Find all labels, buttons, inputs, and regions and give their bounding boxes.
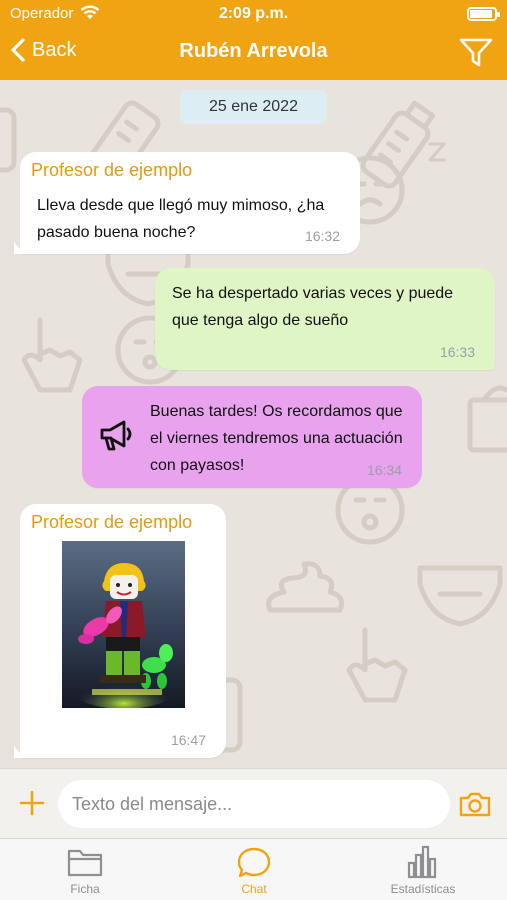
tab-label: Ficha: [70, 882, 100, 896]
message-text: Lleva desde que llegó muy mimoso, ¿ha pa…: [37, 197, 325, 241]
status-time: 2:09 p.m.: [218, 5, 289, 22]
message-time: 16:33: [439, 344, 475, 360]
nav-bar: Back Rubén Arrevola: [0, 28, 507, 80]
bubble-tail: [14, 242, 24, 254]
message-bubble-outgoing[interactable]: Se ha despertado varias veces y puede qu…: [155, 268, 495, 370]
message-sender: Profesor de ejemplo: [31, 512, 193, 532]
message-time: 16:47: [170, 732, 206, 748]
message-time: 16:34: [366, 462, 402, 478]
clown-toy-photo[interactable]: [62, 541, 185, 708]
battery-fill: [470, 10, 492, 18]
tab-estadisticas[interactable]: Estadísticas: [363, 845, 483, 896]
tab-ficha[interactable]: Ficha: [25, 845, 145, 896]
message-time: 16:32: [304, 228, 340, 244]
folder-icon: [67, 849, 103, 877]
message-bubble-announcement[interactable]: Buenas tardes! Os recordamos que el vier…: [82, 386, 422, 488]
message-bubble-incoming[interactable]: Profesor de ejemplo Lleva desde que lleg…: [14, 152, 360, 254]
bubble-tail: [14, 746, 24, 758]
filter-icon[interactable]: [459, 38, 493, 68]
chat-bubble-icon: [237, 847, 271, 878]
date-separator: 25 ene 2022: [180, 90, 327, 124]
message-input[interactable]: [58, 780, 450, 828]
tab-label: Estadísticas: [390, 882, 456, 896]
page-title: Rubén Arrevola: [179, 40, 328, 62]
message-text: Se ha despertado varias veces y puede qu…: [172, 285, 454, 329]
bar-chart-icon: [407, 845, 437, 879]
tab-label: Chat: [241, 882, 267, 896]
battery-icon: [467, 7, 500, 21]
chat-area[interactable]: 25 ene 2022 Profesor de ejemplo Lleva de…: [0, 80, 507, 768]
tab-bar: Ficha Chat Estadísticas: [0, 838, 507, 900]
tab-chat[interactable]: Chat: [194, 845, 314, 896]
status-bar: Operador 2:09 p.m.: [0, 0, 507, 28]
top-bar: Operador 2:09 p.m. Back Rubén Arrevola: [0, 0, 507, 80]
message-bubble-image[interactable]: Profesor de ejemplo 16:47: [14, 504, 226, 758]
plus-icon[interactable]: [19, 790, 45, 816]
camera-icon[interactable]: [459, 791, 491, 817]
megaphone-icon: [100, 420, 132, 451]
message-input-bar: [0, 768, 507, 838]
message-sender: Profesor de ejemplo: [31, 160, 193, 180]
